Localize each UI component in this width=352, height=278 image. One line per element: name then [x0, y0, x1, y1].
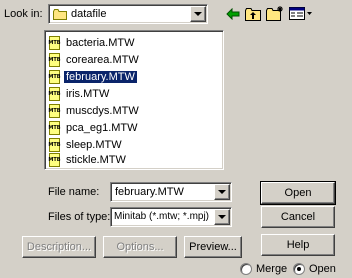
list-item-selected[interactable]: MTB february.MTW	[48, 69, 137, 85]
minitab-file-icon: MTB	[48, 87, 61, 101]
open-radio-option[interactable]: Open	[293, 263, 336, 275]
file-name-dropdown-button[interactable]	[214, 184, 230, 200]
new-folder-icon[interactable]	[266, 6, 284, 21]
minitab-file-icon: MTB	[48, 36, 61, 50]
file-name-text: pca_eg1.MTW	[66, 122, 138, 134]
list-item[interactable]: MTB pca_eg1.MTW	[48, 120, 140, 136]
file-name-combobox[interactable]: february.MTW	[110, 182, 232, 202]
back-arrow-icon[interactable]	[226, 7, 240, 21]
preview-button[interactable]: Preview...	[184, 236, 242, 258]
file-name-text: stickle.MTW	[66, 154, 126, 166]
minitab-file-icon: MTB	[48, 70, 61, 84]
file-name-text: sleep.MTW	[66, 139, 122, 151]
folder-icon	[53, 9, 67, 20]
open-mode-label: Open	[309, 263, 336, 275]
minitab-file-icon: MTB	[48, 138, 61, 152]
open-radio[interactable]	[293, 263, 305, 275]
cancel-button[interactable]: Cancel	[261, 206, 335, 228]
file-name-text: corearea.MTW	[66, 54, 139, 66]
file-name-text: muscdys.MTW	[66, 105, 139, 117]
look-in-label: Look in:	[4, 8, 43, 20]
minitab-file-icon: MTB	[48, 121, 61, 135]
file-type-combobox[interactable]: Minitab (*.mtw; *.mpj)	[110, 207, 232, 227]
help-button[interactable]: Help	[261, 234, 335, 256]
minitab-file-icon: MTB	[48, 104, 61, 118]
chevron-down-icon	[194, 12, 202, 16]
file-name-text: february.MTW	[64, 71, 137, 83]
open-button[interactable]: Open	[260, 181, 336, 205]
view-menu-icon[interactable]	[289, 7, 313, 21]
up-folder-icon[interactable]	[245, 7, 261, 21]
file-type-value: Minitab (*.mtw; *.mpj)	[114, 211, 210, 222]
list-item[interactable]: MTB corearea.MTW	[48, 52, 141, 68]
merge-radio-option[interactable]: Merge	[240, 263, 287, 275]
list-item[interactable]: MTB stickle.MTW	[48, 152, 128, 168]
list-item[interactable]: MTB muscdys.MTW	[48, 103, 141, 119]
chevron-down-icon	[218, 190, 226, 194]
file-list[interactable]: MTB bacteria.MTW MTB corearea.MTW MTB fe…	[44, 30, 224, 170]
file-name-value: february.MTW	[115, 186, 184, 198]
file-name-text: bacteria.MTW	[66, 37, 135, 49]
file-name-text: iris.MTW	[66, 88, 110, 100]
file-type-dropdown-button[interactable]	[214, 209, 230, 225]
description-button[interactable]: Description...	[22, 236, 96, 258]
look-in-dropdown-button[interactable]	[190, 6, 206, 22]
list-item[interactable]: MTB bacteria.MTW	[48, 35, 136, 51]
list-item[interactable]: MTB iris.MTW	[48, 86, 111, 102]
chevron-down-icon	[218, 215, 226, 219]
merge-radio[interactable]	[240, 263, 252, 275]
file-name-label: File name:	[48, 186, 100, 198]
file-type-label: Files of type:	[48, 211, 111, 223]
options-button[interactable]: Options...	[103, 236, 177, 258]
radio-selected-dot	[297, 267, 301, 271]
look-in-value: datafile	[71, 8, 107, 20]
list-item[interactable]: MTB sleep.MTW	[48, 137, 124, 153]
minitab-file-icon: MTB	[48, 53, 61, 67]
merge-label: Merge	[256, 263, 288, 275]
look-in-combobox[interactable]: datafile	[48, 4, 208, 24]
minitab-file-icon: MTB	[48, 153, 61, 167]
